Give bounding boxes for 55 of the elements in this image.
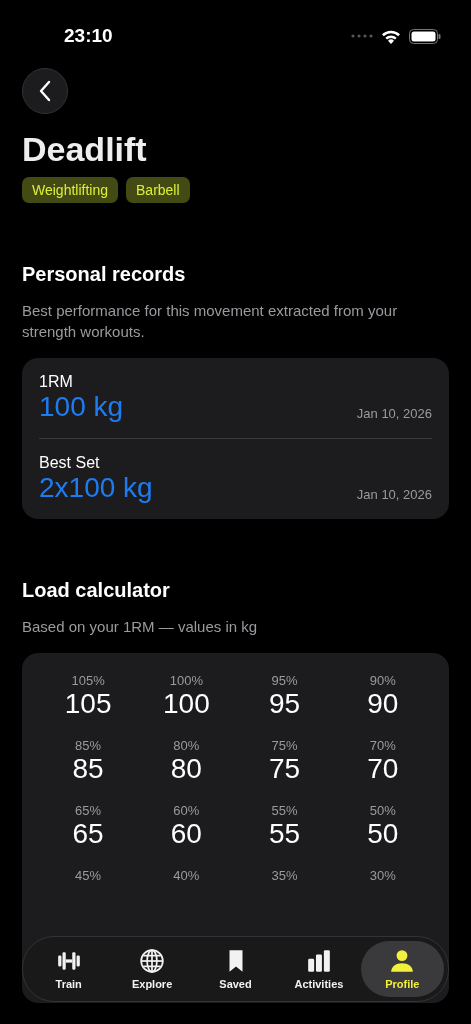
percent-label: 85% <box>75 738 102 753</box>
percent-label: 70% <box>369 738 396 753</box>
tab-item[interactable]: Profile <box>360 941 445 997</box>
load-value: 55 <box>269 818 301 850</box>
load-value: 70 <box>367 753 399 785</box>
record-value: 2x100 kg <box>39 472 153 504</box>
load-value: 95 <box>269 688 301 720</box>
load-value: 60 <box>170 818 202 850</box>
load-value: 50 <box>367 818 399 850</box>
percent-label: 90% <box>369 673 396 688</box>
percent-label: 60% <box>173 803 200 818</box>
tab-item[interactable]: Train <box>27 941 111 997</box>
section-description: Based on your 1RM — values in kg <box>22 617 259 637</box>
record-date: Jan 10, 2026 <box>356 487 432 504</box>
percent-label: 100% <box>169 673 203 688</box>
record-label: 1RM <box>39 373 74 391</box>
record-date: Jan 10, 2026 <box>356 406 432 423</box>
load-value: 105 <box>64 688 112 720</box>
percent-label: 30% <box>369 868 396 883</box>
wifi-icon <box>381 28 401 44</box>
load-value: 90 <box>367 688 399 720</box>
category-tag: Weightlifting <box>22 177 118 203</box>
percent-label: 80% <box>173 738 200 753</box>
person-icon <box>389 948 416 974</box>
category-tag: Barbell <box>126 177 190 203</box>
percent-label: 75% <box>271 738 298 753</box>
battery-icon <box>409 28 441 44</box>
record-label: Best Set <box>39 454 101 472</box>
load-value: 80 <box>170 753 202 785</box>
percent-label: 105% <box>71 673 105 688</box>
bars-icon <box>305 948 332 974</box>
section-heading: Load calculator <box>22 579 171 602</box>
percent-label: 45% <box>75 868 102 883</box>
globe-icon <box>139 948 166 974</box>
percent-label: 35% <box>271 868 298 883</box>
section-description: Best performance for this movement extracted from your strength workouts. <box>22 301 399 342</box>
percent-label: 40% <box>173 868 200 883</box>
section-heading: Personal records <box>22 263 187 286</box>
load-value: 75 <box>269 753 301 785</box>
tab-item[interactable]: Explore <box>110 941 194 997</box>
percent-label: 95% <box>271 673 298 688</box>
cellular-icon <box>351 34 373 38</box>
percent-label: 65% <box>75 803 102 818</box>
status-time: 23:10 <box>64 25 113 47</box>
tab-item[interactable]: Activities <box>277 941 361 997</box>
back-icon <box>38 80 52 102</box>
record-value: 100 kg <box>39 391 124 423</box>
tab-item[interactable]: Saved <box>193 941 278 997</box>
percent-label: 55% <box>271 803 298 818</box>
back-button[interactable] <box>22 68 68 114</box>
load-value: 65 <box>72 818 104 850</box>
load-value: 100 <box>163 688 210 720</box>
percent-label: 50% <box>369 803 396 818</box>
load-value: 85 <box>72 753 104 785</box>
exercise-title: Deadlift <box>22 130 148 169</box>
